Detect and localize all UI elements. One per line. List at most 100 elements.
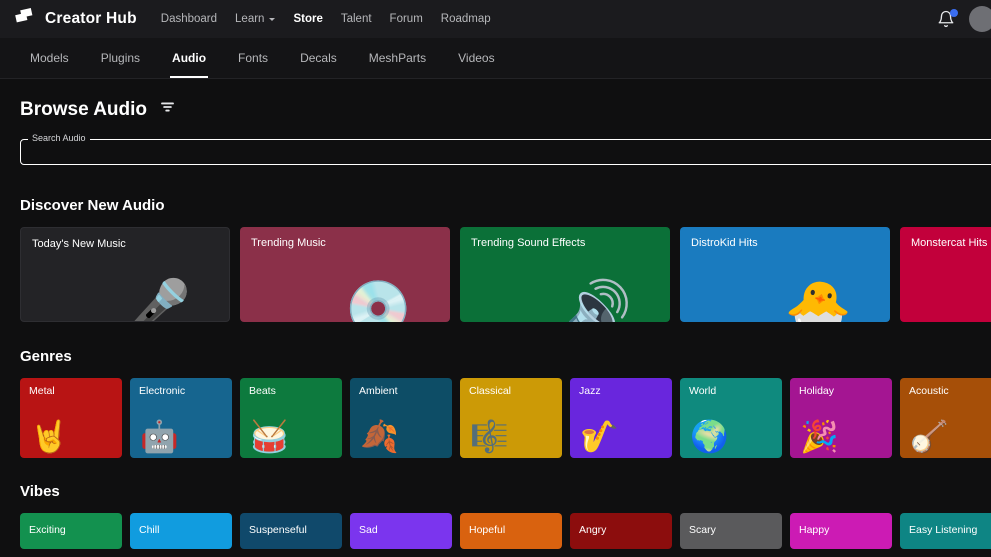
tab-models-label: Models (30, 51, 69, 65)
genre-tile-classical[interactable]: Classical 🎼 (460, 378, 562, 458)
genre-tile-metal[interactable]: Metal 🤘 (20, 378, 122, 458)
discover-card-label: Trending Music (251, 237, 326, 249)
genres-section: Genres Metal 🤘 Electronic 🤖 Beats 🥁 Ambi… (20, 348, 971, 458)
search-input[interactable] (20, 139, 991, 165)
tab-plugins[interactable]: Plugins (85, 38, 156, 78)
globe-icon: 🌍 (690, 421, 729, 452)
nav-link-roadmap-label: Roadmap (441, 13, 491, 25)
microphone-icon: 🎤 (124, 281, 191, 322)
discover-card-trending-music[interactable]: Trending Music 💿 (240, 227, 450, 322)
genre-tile-label: Acoustic (909, 385, 949, 397)
discover-card-monstercat-hits[interactable]: Monstercat Hits 🎵 (900, 227, 991, 322)
vibe-tile-label: Exciting (29, 524, 66, 536)
genre-tile-label: World (689, 385, 716, 397)
vibes-tile-row: Exciting Chill Suspenseful Sad Hopeful A… (20, 513, 971, 549)
vibe-tile-happy[interactable]: Happy (790, 513, 892, 549)
catalog-tabs: Models Plugins Audio Fonts Decals MeshPa… (0, 38, 991, 79)
vibe-tile-hopeful[interactable]: Hopeful (460, 513, 562, 549)
avatar[interactable] (969, 6, 991, 32)
genre-tile-world[interactable]: World 🌍 (680, 378, 782, 458)
vibe-tile-sad[interactable]: Sad (350, 513, 452, 549)
tab-decals-label: Decals (300, 51, 337, 65)
vibe-tile-easy-listening[interactable]: Easy Listening (900, 513, 991, 549)
genre-tile-ambient[interactable]: Ambient 🍂 (350, 378, 452, 458)
nav-link-dashboard-label: Dashboard (161, 13, 217, 25)
mascot-icon: 🐣 (785, 282, 852, 322)
vibe-tile-angry[interactable]: Angry (570, 513, 672, 549)
genre-tile-label: Electronic (139, 385, 185, 397)
global-navbar: Creator Hub Dashboard Learn Store Talent… (0, 0, 991, 38)
discover-section-title: Discover New Audio (20, 197, 971, 214)
genre-tile-beats[interactable]: Beats 🥁 (240, 378, 342, 458)
vibe-tile-suspenseful[interactable]: Suspenseful (240, 513, 342, 549)
tab-fonts-label: Fonts (238, 51, 268, 65)
discover-card-label: Trending Sound Effects (471, 237, 585, 249)
discover-card-distrokid-hits[interactable]: DistroKid Hits 🐣 (680, 227, 890, 322)
navbar-right-group (937, 0, 983, 38)
vibe-tile-chill[interactable]: Chill (130, 513, 232, 549)
tab-audio[interactable]: Audio (156, 38, 222, 78)
vibe-tile-label: Suspenseful (249, 524, 307, 536)
genre-tile-label: Holiday (799, 385, 834, 397)
vibe-tile-label: Hopeful (469, 524, 505, 536)
nav-link-talent[interactable]: Talent (341, 13, 372, 25)
vibe-tile-label: Angry (579, 524, 606, 536)
nav-link-forum[interactable]: Forum (390, 13, 423, 25)
nav-link-learn[interactable]: Learn (235, 13, 275, 25)
genre-tile-label: Metal (29, 385, 55, 397)
notification-bell-icon[interactable] (937, 10, 955, 28)
genre-tile-label: Beats (249, 385, 276, 397)
vibe-tile-label: Chill (139, 524, 159, 536)
tab-fonts[interactable]: Fonts (222, 38, 284, 78)
nav-link-roadmap[interactable]: Roadmap (441, 13, 491, 25)
genre-tile-electronic[interactable]: Electronic 🤖 (130, 378, 232, 458)
nav-link-dashboard[interactable]: Dashboard (161, 13, 217, 25)
discover-card-label: Monstercat Hits (911, 237, 987, 249)
brand-logo-group[interactable]: Creator Hub (14, 8, 137, 30)
filter-funnel-icon[interactable] (159, 99, 176, 121)
vibe-tile-label: Scary (689, 524, 716, 536)
drum-icon: 🥁 (250, 421, 289, 452)
genre-tile-label: Ambient (359, 385, 398, 397)
nav-link-store-label: Store (293, 13, 322, 25)
tab-videos[interactable]: Videos (442, 38, 510, 78)
leaf-icon: 🍂 (360, 421, 399, 452)
speaker-icon: 🔊 (565, 282, 632, 322)
genre-tile-label: Classical (469, 385, 511, 397)
nav-link-talent-label: Talent (341, 13, 372, 25)
brand-name: Creator Hub (45, 10, 137, 28)
genres-tile-row: Metal 🤘 Electronic 🤖 Beats 🥁 Ambient 🍂 C… (20, 378, 971, 458)
search-field: Search Audio (20, 139, 991, 165)
genres-section-title: Genres (20, 348, 971, 365)
genre-tile-holiday[interactable]: Holiday 🎉 (790, 378, 892, 458)
tab-meshparts[interactable]: MeshParts (353, 38, 442, 78)
nav-link-store[interactable]: Store (293, 13, 322, 25)
discover-section: Discover New Audio Today's New Music 🎤 T… (20, 197, 971, 322)
vibe-tile-scary[interactable]: Scary (680, 513, 782, 549)
banjo-icon: 🪕 (910, 421, 949, 452)
discover-card-trending-sound-effects[interactable]: Trending Sound Effects 🔊 (460, 227, 670, 322)
vibes-section-title: Vibes (20, 483, 971, 500)
compact-disc-icon: 💿 (345, 282, 412, 322)
tab-audio-label: Audio (172, 51, 206, 65)
discover-card-todays-new-music[interactable]: Today's New Music 🎤 (20, 227, 230, 322)
party-popper-icon: 🎉 (800, 421, 839, 452)
page-title: Browse Audio (20, 99, 147, 121)
discover-card-row: Today's New Music 🎤 Trending Music 💿 Tre… (20, 227, 971, 322)
tab-models[interactable]: Models (14, 38, 85, 78)
vibes-section: Vibes Exciting Chill Suspenseful Sad Hop… (20, 483, 971, 549)
robot-icon: 🤖 (140, 421, 179, 452)
vibe-tile-exciting[interactable]: Exciting (20, 513, 122, 549)
tab-decals[interactable]: Decals (284, 38, 353, 78)
saxophone-icon: 🎷 (580, 421, 619, 452)
genre-tile-acoustic[interactable]: Acoustic 🪕 (900, 378, 991, 458)
nav-link-learn-label: Learn (235, 13, 264, 25)
tab-plugins-label: Plugins (101, 51, 140, 65)
genre-tile-label: Jazz (579, 385, 601, 397)
vibe-tile-label: Easy Listening (909, 524, 977, 536)
musical-score-icon: 🎼 (470, 421, 509, 452)
genre-tile-jazz[interactable]: Jazz 🎷 (570, 378, 672, 458)
discover-card-label: DistroKid Hits (691, 237, 758, 249)
tab-videos-label: Videos (458, 51, 494, 65)
page-content: Browse Audio Search Audio Discover New A… (0, 99, 991, 549)
